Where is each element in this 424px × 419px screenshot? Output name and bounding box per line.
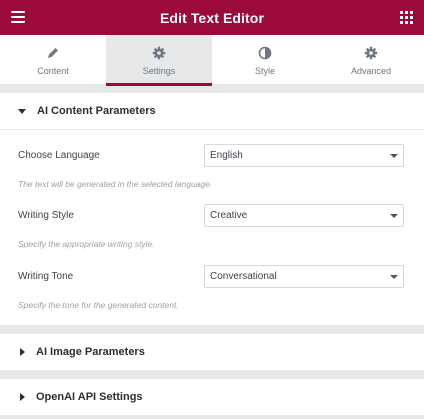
ai-content-section-header[interactable]: AI Content Parameters bbox=[0, 93, 424, 129]
writing-tone-label: Writing Tone bbox=[18, 271, 74, 282]
openai-api-section-header[interactable]: OpenAI API Settings bbox=[0, 379, 424, 415]
ai-image-section-header[interactable]: AI Image Parameters bbox=[0, 334, 424, 370]
widgets-grid-icon[interactable] bbox=[400, 11, 413, 24]
section-title: OpenAI API Settings bbox=[36, 391, 143, 403]
section-divider bbox=[0, 129, 424, 130]
half-circle-icon bbox=[258, 46, 272, 60]
gear-icon bbox=[152, 46, 166, 60]
writing-style-value: Creative bbox=[210, 210, 248, 221]
ai-image-section: AI Image Parameters bbox=[0, 334, 424, 370]
openai-api-section: OpenAI API Settings bbox=[0, 379, 424, 415]
chevron-down-icon bbox=[390, 275, 398, 279]
tab-advanced-label: Advanced bbox=[350, 66, 392, 76]
language-select[interactable]: English bbox=[204, 144, 404, 167]
language-value: English bbox=[210, 150, 243, 161]
writing-style-select[interactable]: Creative bbox=[204, 204, 404, 227]
caret-right-icon bbox=[20, 393, 25, 401]
section-title: AI Image Parameters bbox=[36, 346, 145, 358]
hamburger-menu-icon[interactable] bbox=[11, 11, 25, 23]
editor-header: Edit Text Editor bbox=[0, 0, 424, 35]
tab-content[interactable]: Content bbox=[0, 35, 106, 85]
tab-advanced[interactable]: Advanced bbox=[318, 35, 424, 85]
language-description: The text will be generated in the select… bbox=[18, 179, 213, 189]
editor-tabs: Content Settings Style Advanced bbox=[0, 35, 424, 86]
tab-content-label: Content bbox=[37, 66, 69, 76]
chevron-down-icon bbox=[390, 214, 398, 218]
ai-content-section: AI Content Parameters Choose Language En… bbox=[0, 93, 424, 325]
section-title: AI Content Parameters bbox=[37, 105, 156, 117]
writing-tone-value: Conversational bbox=[210, 271, 277, 282]
language-label: Choose Language bbox=[18, 150, 100, 161]
caret-down-icon bbox=[18, 108, 26, 114]
gear-icon bbox=[364, 46, 378, 60]
writing-tone-description: Specify the tone for the generated conte… bbox=[18, 300, 179, 310]
writing-style-label: Writing Style bbox=[18, 210, 74, 221]
pencil-icon bbox=[48, 48, 58, 58]
tab-settings-label: Settings bbox=[142, 66, 176, 76]
tab-settings[interactable]: Settings bbox=[106, 35, 212, 86]
panel-title: Edit Text Editor bbox=[159, 9, 264, 26]
writing-style-description: Specify the appropriate writing style. bbox=[18, 239, 155, 249]
chevron-down-icon bbox=[390, 154, 398, 158]
tab-style-label: Style bbox=[254, 66, 275, 76]
tab-style[interactable]: Style bbox=[212, 35, 318, 85]
caret-right-icon bbox=[20, 348, 25, 356]
writing-tone-select[interactable]: Conversational bbox=[204, 265, 404, 288]
